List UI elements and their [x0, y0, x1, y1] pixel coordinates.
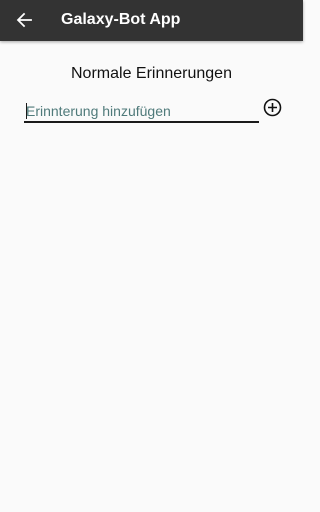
- reminder-input[interactable]: [24, 101, 259, 121]
- app-title: Galaxy-Bot App: [61, 11, 181, 28]
- text-caret: [26, 103, 27, 119]
- app-bar: Galaxy-Bot App: [0, 0, 303, 41]
- add-reminder-button[interactable]: [263, 98, 282, 117]
- back-button[interactable]: [10, 6, 38, 34]
- plus-circle-icon: [263, 98, 282, 117]
- section-title: Normale Erinnerungen: [71, 65, 232, 82]
- reminder-input-container: [24, 101, 259, 123]
- arrow-left-icon: [16, 12, 32, 28]
